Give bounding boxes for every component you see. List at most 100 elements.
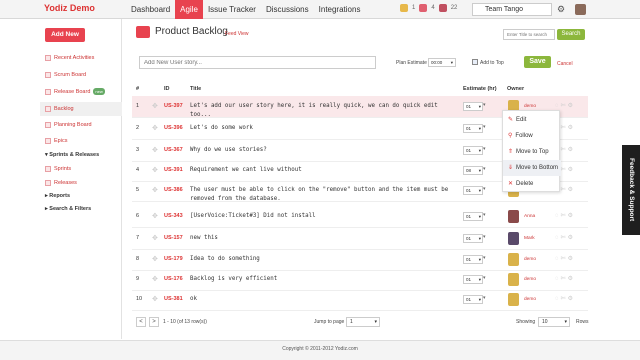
row-actions[interactable]: ◌✄⚙ — [555, 234, 575, 241]
col-owner-header[interactable]: Owner — [507, 86, 524, 92]
col-estimate-header[interactable]: Estimate (hr) — [463, 86, 497, 92]
menu-item-edit[interactable]: ✎ Edit — [503, 112, 561, 128]
story-id-link[interactable]: US-179 — [164, 256, 183, 262]
save-button[interactable]: Save — [524, 56, 551, 68]
owner-select[interactable]: ▾ — [483, 275, 486, 281]
prev-page-button[interactable]: < — [136, 317, 146, 327]
sidebar-item-scrum-board[interactable]: Scrum Board — [45, 72, 86, 78]
drag-handle-icon[interactable]: ✥ — [152, 275, 158, 283]
drag-handle-icon[interactable]: ✥ — [152, 255, 158, 263]
sidebar-item-epics[interactable]: Epics — [45, 138, 67, 144]
search-button[interactable]: Search — [557, 29, 585, 40]
owner-name[interactable]: demo — [524, 104, 536, 109]
story-id-link[interactable]: US-386 — [164, 187, 183, 193]
add-to-top-checkbox[interactable] — [472, 59, 478, 65]
story-title[interactable]: new this — [190, 234, 455, 243]
tools-icon[interactable]: ✄ — [561, 147, 568, 153]
gear-icon[interactable]: ⚙ — [568, 125, 575, 131]
section-reports[interactable]: ▸ Reports — [45, 193, 70, 199]
tools-icon[interactable]: ✄ — [561, 213, 568, 219]
estimate-select[interactable]: 01 ▾ — [463, 275, 483, 284]
story-id-link[interactable]: US-343 — [164, 213, 183, 219]
tools-icon[interactable]: ✄ — [561, 103, 568, 109]
jump-to-page-select[interactable]: 1 ▾ — [346, 317, 380, 327]
owner-select[interactable]: ▾ — [483, 102, 486, 108]
user-avatar[interactable] — [575, 4, 586, 15]
story-title[interactable]: Idea to do something — [190, 255, 455, 264]
estimate-select[interactable]: 01 ▾ — [463, 146, 483, 155]
table-row[interactable]: 6 ✥ US-343 [UserVoice:Ticket#3] Did not ins… — [132, 206, 588, 228]
story-id-link[interactable]: US-381 — [164, 296, 183, 302]
drag-handle-icon[interactable]: ✥ — [152, 234, 158, 242]
col-id-header[interactable]: ID — [164, 86, 170, 92]
estimate-select[interactable]: 08 ▾ — [463, 166, 483, 175]
story-id-link[interactable]: US-396 — [164, 125, 183, 131]
tab-dashboard[interactable]: Dashboard — [126, 0, 175, 19]
new-story-input[interactable] — [139, 56, 376, 69]
owner-select[interactable]: ▾ — [483, 186, 486, 192]
estimate-select[interactable]: 01 ▾ — [463, 212, 483, 221]
sidebar-item-backlog[interactable]: Backlog — [40, 102, 122, 116]
estimate-select[interactable]: 01 ▾ — [463, 102, 483, 111]
activity-icon[interactable] — [400, 4, 408, 12]
tab-issue-tracker[interactable]: Issue Tracker — [203, 0, 261, 19]
story-id-link[interactable]: US-391 — [164, 167, 183, 173]
owner-select[interactable]: ▾ — [483, 212, 486, 218]
sidebar-item-releases[interactable]: Releases — [45, 180, 77, 186]
row-actions[interactable]: ◌✄⚙ — [555, 255, 575, 262]
drag-handle-icon[interactable]: ✥ — [152, 166, 158, 174]
section-search-filters[interactable]: ▸ Search & Filters — [45, 206, 91, 212]
tab-agile[interactable]: Agile — [175, 0, 203, 19]
story-title[interactable]: Backlog is very efficient — [190, 275, 455, 284]
tools-icon[interactable]: ✄ — [561, 256, 568, 262]
add-new-button[interactable]: Add New — [45, 28, 85, 42]
tab-integrations[interactable]: Integrations — [314, 0, 366, 19]
search-input[interactable] — [503, 29, 555, 40]
gear-icon[interactable]: ⚙ — [568, 296, 575, 302]
drag-handle-icon[interactable]: ✥ — [152, 295, 158, 303]
message-icon[interactable] — [438, 4, 447, 12]
owner-select[interactable]: ▾ — [483, 124, 486, 130]
gear-icon[interactable]: ⚙ — [568, 235, 575, 241]
estimate-select[interactable]: 01 ▾ — [463, 295, 483, 304]
tools-icon[interactable]: ✄ — [561, 187, 568, 193]
brand-logo[interactable]: Yodiz Demo — [44, 3, 95, 13]
owner-name[interactable]: Anna — [524, 214, 535, 219]
menu-item-delete[interactable]: ✕ Delete — [503, 176, 561, 192]
drag-handle-icon[interactable]: ✥ — [152, 124, 158, 132]
estimate-select[interactable]: 01 ▾ — [463, 234, 483, 243]
estimate-select[interactable]: 01 ▾ — [463, 124, 483, 133]
owner-select[interactable]: ▾ — [483, 166, 486, 172]
sidebar-item-sprints[interactable]: Sprints — [45, 166, 71, 172]
tools-icon[interactable]: ✄ — [561, 235, 568, 241]
estimate-select[interactable]: 01 ▾ — [463, 255, 483, 264]
gear-icon[interactable]: ⚙ — [568, 187, 575, 193]
col-title-header[interactable]: Title — [190, 86, 201, 92]
row-actions[interactable]: ◌✄⚙ — [555, 212, 575, 219]
owner-name[interactable]: demo — [524, 257, 536, 262]
estimate-select[interactable]: 01 ▾ — [463, 186, 483, 195]
menu-item-follow[interactable]: ⚲ Follow — [503, 128, 561, 144]
story-title[interactable]: Requirement we cant live without — [190, 166, 455, 175]
owner-select[interactable]: ▾ — [483, 234, 486, 240]
owner-name[interactable]: Mark — [524, 236, 535, 241]
plan-estimate-select[interactable]: 00:00 ▾ — [428, 58, 456, 67]
gear-icon[interactable]: ⚙ — [568, 256, 575, 262]
row-actions[interactable]: ◌✄⚙ — [555, 102, 575, 109]
row-actions[interactable]: ◌✄⚙ — [555, 295, 575, 302]
story-title[interactable]: Why do we use stories? — [190, 146, 455, 155]
sidebar-item-planning-board[interactable]: Planning Board — [45, 122, 92, 128]
story-title[interactable]: Let's do some work — [190, 124, 455, 133]
table-row[interactable]: 7 ✥ US-157 new this 01 ▾ ▾ Mark ◌✄⚙ — [132, 228, 588, 250]
feedback-support-tab[interactable]: Feedback & Support — [622, 145, 640, 235]
story-id-link[interactable]: US-157 — [164, 235, 183, 241]
gear-icon[interactable]: ⚙ — [568, 213, 575, 219]
sidebar-item-recent-activities[interactable]: Recent Activities — [45, 55, 94, 61]
row-actions[interactable]: ◌✄⚙ — [555, 275, 575, 282]
story-id-link[interactable]: US-176 — [164, 276, 183, 282]
owner-name[interactable]: demo — [524, 277, 536, 282]
feed-view-link[interactable]: Feed View — [225, 31, 249, 37]
tools-icon[interactable]: ✄ — [561, 276, 568, 282]
gear-icon[interactable]: ⚙ — [568, 103, 575, 109]
story-title[interactable]: ok — [190, 295, 455, 304]
